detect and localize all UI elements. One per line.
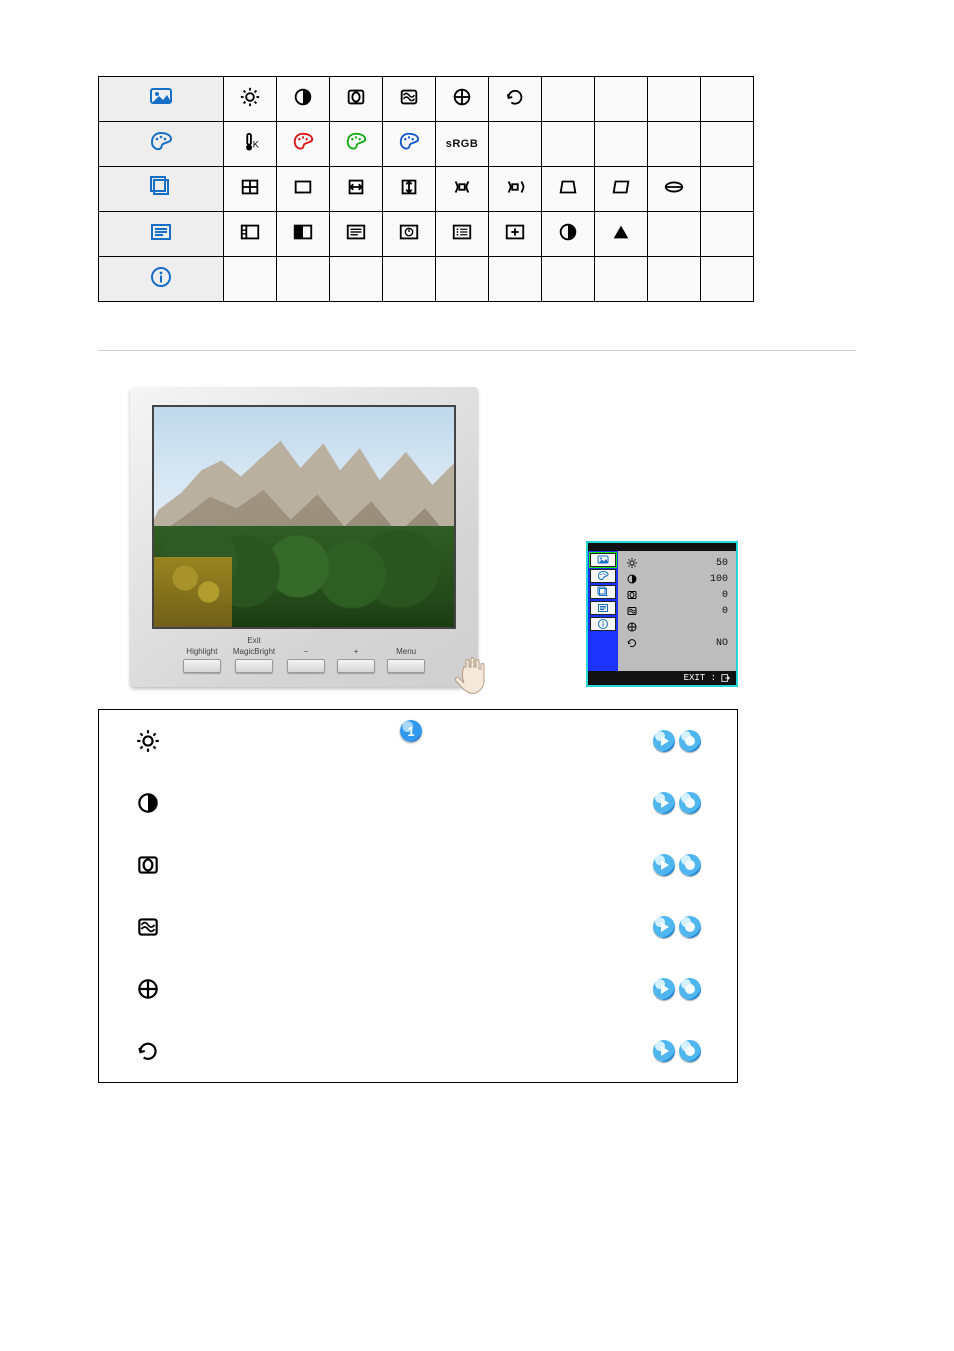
minus-button[interactable]: −: [287, 637, 325, 673]
geometry-main-icon: [99, 167, 224, 212]
color-palette-icon: [99, 122, 224, 167]
brightness-sun-icon: [135, 728, 161, 754]
crosshair-icon: [436, 77, 489, 122]
contrast-halfmoon-icon: [135, 790, 161, 816]
osd-value: 0: [722, 590, 728, 601]
osd-exit-label: EXIT :: [684, 673, 716, 683]
osd-value: 50: [716, 558, 728, 569]
record-button[interactable]: [679, 1040, 701, 1062]
contrast-halfmoon-icon: [277, 77, 330, 122]
monitor-screen: [152, 405, 456, 629]
osd-list-icon: [330, 212, 383, 257]
degauss-icon: [135, 852, 161, 878]
osd-menu-icon: [436, 212, 489, 257]
color-palette-icon: [590, 569, 616, 583]
play-button[interactable]: [653, 978, 675, 1000]
osd-preview: 50 100 0 0 NO EXIT :: [586, 541, 738, 687]
osd-category-table: sRGB: [98, 76, 754, 302]
record-button[interactable]: [679, 792, 701, 814]
triangle-icon: [595, 212, 648, 257]
moire-icon: [135, 914, 161, 940]
trapezoid-icon: [542, 167, 595, 212]
plus-button[interactable]: +: [337, 637, 375, 673]
monitor-illustration: Highlight Exit MagicBright − +: [130, 387, 478, 687]
srgb-label: sRGB: [436, 122, 489, 167]
color-temp-icon: [224, 122, 277, 167]
play-button[interactable]: [653, 916, 675, 938]
play-button[interactable]: [653, 854, 675, 876]
osd-main-icon: [99, 212, 224, 257]
brightness-sun-icon: [224, 77, 277, 122]
palette-red-icon: [277, 122, 330, 167]
exit-magicbright-button[interactable]: Exit MagicBright: [233, 637, 275, 673]
degauss-icon: [330, 77, 383, 122]
info-icon: [99, 257, 224, 302]
contrast-halfmoon-icon: [542, 212, 595, 257]
hand-pointer-icon: [442, 653, 496, 699]
play-button[interactable]: [653, 1040, 675, 1062]
monitor-button-row: Highlight Exit MagicBright − +: [130, 637, 478, 673]
osd-main-icon: [590, 601, 616, 615]
osd-position-icon: [489, 212, 542, 257]
picture-items-table: [98, 709, 738, 1083]
pinbalance-icon: [489, 167, 542, 212]
play-button[interactable]: [653, 730, 675, 752]
divider: [98, 350, 856, 351]
parallelogram-icon: [595, 167, 648, 212]
picture-main-icon: [590, 553, 616, 567]
geometry-main-icon: [590, 585, 616, 599]
exit-icon: [720, 673, 732, 683]
osd-value: 0: [722, 606, 728, 617]
recall-icon: [489, 77, 542, 122]
menu-button[interactable]: Menu: [387, 637, 425, 673]
osd-value: 100: [710, 574, 728, 585]
record-button[interactable]: [679, 854, 701, 876]
moire-icon: [383, 77, 436, 122]
palette-green-icon: [330, 122, 383, 167]
recall-icon: [135, 1038, 161, 1064]
highlight-button[interactable]: Highlight: [183, 637, 221, 673]
pincushion-icon: [436, 167, 489, 212]
crosshair-icon: [135, 976, 161, 1002]
osd-value: NO: [716, 638, 728, 649]
play-button[interactable]: [653, 792, 675, 814]
osd-halftone-icon: [277, 212, 330, 257]
record-button[interactable]: [679, 978, 701, 1000]
osd-timer-icon: [383, 212, 436, 257]
palette-blue-icon: [383, 122, 436, 167]
rotation-icon: [648, 167, 701, 212]
picture-main-icon: [99, 77, 224, 122]
callout-marker-1: 1: [400, 720, 422, 742]
language-icon: [224, 212, 277, 257]
record-button[interactable]: [679, 730, 701, 752]
v-position-icon: [383, 167, 436, 212]
record-button[interactable]: [679, 916, 701, 938]
info-icon: [590, 617, 616, 631]
h-size-icon: [277, 167, 330, 212]
h-position-icon: [224, 167, 277, 212]
h-center-icon: [330, 167, 383, 212]
